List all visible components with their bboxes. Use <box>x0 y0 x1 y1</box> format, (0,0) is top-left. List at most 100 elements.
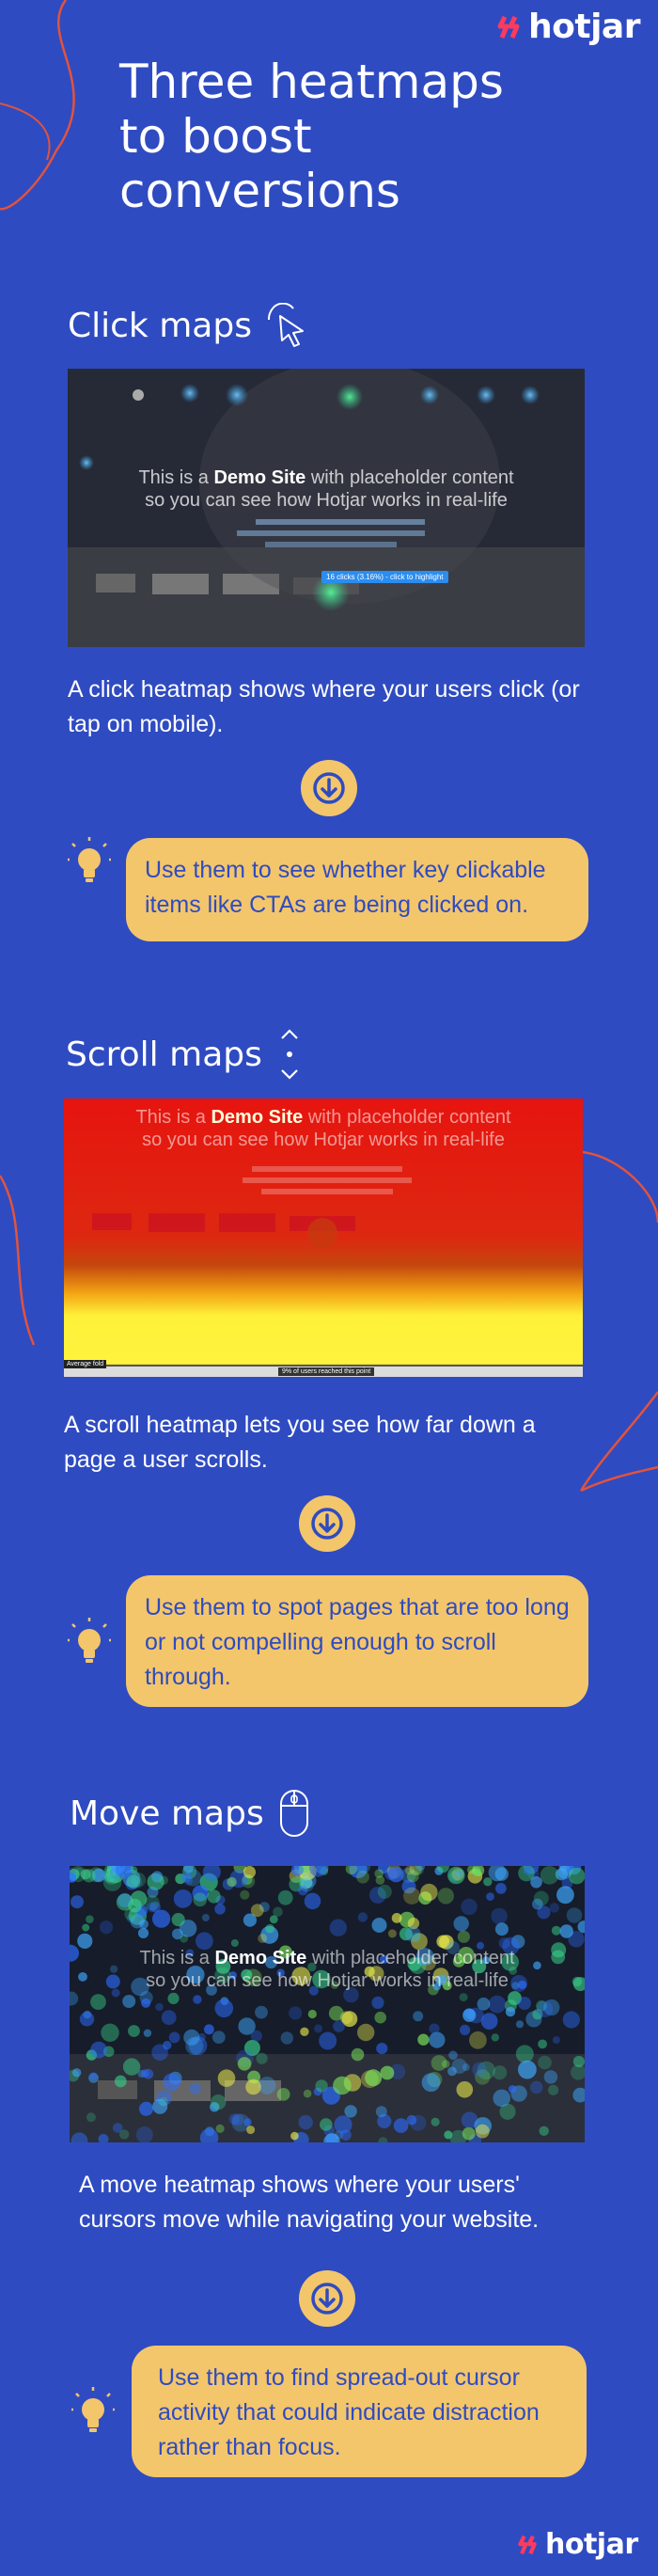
heat-blob <box>258 1934 268 1943</box>
heat-blob <box>460 2024 471 2035</box>
demo-text: with placeholder content <box>306 1948 515 1968</box>
heat-blob <box>495 1883 507 1894</box>
heat-blob <box>491 2033 499 2042</box>
heat-blob <box>307 2009 317 2019</box>
heat-blob <box>329 1919 347 1936</box>
heat-blob <box>300 2027 309 2036</box>
section-heading-move: Move maps <box>70 1785 311 1841</box>
heat-blob <box>143 2029 152 2037</box>
heat-blob <box>538 2055 552 2070</box>
demo-headline: This is a Demo Site with placeholder con… <box>68 466 585 512</box>
heat-blob <box>304 1892 321 1910</box>
demo-text: so you can see how Hotjar works in real-… <box>146 1970 509 1991</box>
heat-blob <box>509 2085 517 2094</box>
fold-label: Average fold <box>64 1360 107 1368</box>
heat-blob <box>532 1898 543 1910</box>
heat-blob <box>387 1929 397 1938</box>
heat-blob <box>137 1927 149 1938</box>
heat-blob <box>159 2096 168 2107</box>
heat-blob <box>193 1892 208 1907</box>
heat-blob <box>420 1883 438 1902</box>
heat-blob <box>193 1995 202 2004</box>
heat-blob <box>122 1995 136 2008</box>
heat-blob <box>529 2080 543 2094</box>
demo-text: This is a <box>138 467 214 488</box>
heat-blob <box>374 2011 387 2024</box>
heat-blob <box>562 2011 580 2029</box>
heat-blob <box>214 1999 234 2018</box>
cursor-click-icon <box>267 303 304 347</box>
section-title: Move maps <box>70 1794 264 1833</box>
heat-blob <box>344 2105 357 2118</box>
heat-blob <box>551 1925 561 1936</box>
heat-blob <box>549 1903 559 1913</box>
heat-blob <box>365 2069 383 2087</box>
heat-blob <box>99 1920 114 1935</box>
heat-blob <box>333 2076 352 2095</box>
heat-blob <box>461 1898 478 1916</box>
heat-blob <box>245 2078 261 2095</box>
heat-blob <box>518 1997 531 2010</box>
heat-blob <box>472 2062 487 2078</box>
heat-blob <box>376 2043 388 2055</box>
heat-blob <box>122 2058 141 2076</box>
heat-blob <box>207 1889 221 1904</box>
tip-box: Use them to find spread-out cursor activ… <box>132 2346 587 2477</box>
demo-headline: This is a Demo Site with placeholder con… <box>70 1947 585 1992</box>
heat-blob <box>421 2073 441 2093</box>
demo-text-strong: Demo Site <box>213 467 306 488</box>
title-line: conversions <box>119 164 400 218</box>
heat-blob <box>152 1909 171 1928</box>
demo-text: This is a <box>135 1107 212 1128</box>
heat-blob <box>90 1994 106 2010</box>
heat-blob <box>250 1904 264 1918</box>
heat-blob <box>543 2070 558 2084</box>
heat-blob <box>212 2031 226 2044</box>
heat-blob <box>180 1934 189 1943</box>
heat-blob <box>491 1907 508 1925</box>
heat-blob <box>217 2069 236 2087</box>
section-title: Click maps <box>68 306 252 345</box>
click-maps-description: A click heatmap shows where your users c… <box>68 676 580 737</box>
demo-headline: This is a Demo Site with placeholder con… <box>64 1106 583 1151</box>
heat-blob <box>475 2124 490 2139</box>
tip-click-maps <box>68 837 111 886</box>
heat-blob <box>413 2011 424 2022</box>
heat-blob <box>539 2126 549 2136</box>
lightbulb-icon <box>71 2387 115 2432</box>
click-heatmap-screenshot: This is a Demo Site with placeholder con… <box>68 369 585 647</box>
scroll-maps-description: A scroll heatmap lets you see how far do… <box>64 1412 536 1473</box>
heat-blob <box>455 1870 463 1877</box>
heat-blob <box>82 1869 96 1883</box>
hotjar-logo[interactable]: hotjar <box>517 2528 638 2561</box>
heat-blob <box>139 2101 153 2116</box>
heat-blob <box>72 2068 82 2078</box>
heat-blob <box>303 2089 312 2098</box>
heat-blob <box>431 2055 447 2071</box>
hotjar-logo[interactable]: hotjar <box>496 8 640 46</box>
heat-blob <box>566 1907 583 1923</box>
heat-blob <box>515 2020 525 2029</box>
heat-blob <box>112 2123 123 2133</box>
heat-blob <box>462 2008 477 2022</box>
click-count-badge[interactable]: 16 clicks (3.16%) - click to highlight <box>321 571 448 583</box>
heat-blob <box>351 2047 365 2062</box>
tip-move-maps <box>71 2387 115 2436</box>
heat-blob <box>429 2023 440 2034</box>
heat-blob <box>493 2089 510 2108</box>
heat-blob <box>273 1906 283 1918</box>
heat-blob <box>469 2031 487 2049</box>
demo-text: This is a <box>139 1948 215 1968</box>
heat-blob <box>163 2041 172 2050</box>
heat-blob <box>163 2073 181 2092</box>
heat-blob <box>102 1873 122 1891</box>
move-maps-description: A move heatmap shows where your users' c… <box>79 2172 540 2233</box>
hotjar-logo-icon <box>518 2535 537 2554</box>
arrow-down-circle-icon <box>299 2270 355 2327</box>
heat-blob <box>128 2025 140 2037</box>
heat-blob <box>319 2031 337 2050</box>
heat-blob <box>357 1912 368 1922</box>
heat-blob <box>155 2002 164 2012</box>
heat-blob <box>277 1889 293 1905</box>
heat-blob <box>82 1923 90 1932</box>
